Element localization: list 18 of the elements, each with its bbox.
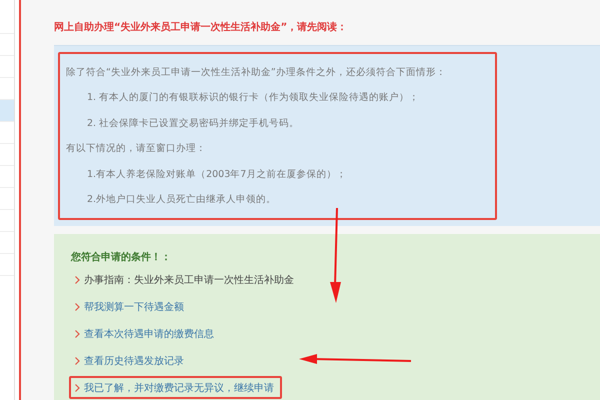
notice-text: 1. 有本人的厦门的有银联标识的银行卡（作为领取失业保险待遇的账户）； [86,91,420,106]
chevron-icon [75,384,80,392]
link[interactable]: 查看历史待遇发放记录 [84,354,184,368]
chevron-icon [75,276,80,284]
chevron-icon [75,330,80,338]
notice-text: 除了符合“失业外来员工申请一次性生活补助金”办理条件之外，还必须符合下面情形： [66,66,447,80]
chevron-icon [75,302,80,311]
notice-text: 1.有本人养老保险对账单（2003年7月之前在厦参保的）； [86,168,348,182]
link[interactable]: 查看本次待遇申请的缴费信息 [84,326,214,341]
notice-text: 有以下情况的，请至窗口办理： [66,142,207,156]
sidebar-item[interactable] [0,100,14,122]
notice-text: 2. 社会保障卡已设置交易密码并绑定手机号码。 [86,116,300,131]
chevron-icon [75,356,80,365]
guide-text: 办事指南：失业外来员工申请一次性生活补助金 [84,274,294,287]
notice-text: 2.外地户口失业人员死亡由继承人申领的。 [86,193,278,208]
page-title: 网上自助办理“失业外来员工申请一次性生活补助金”，请先阅读： [54,20,348,34]
link[interactable]: 帮我测算一下待遇金额 [84,300,184,314]
conditions-heading: 您符合申请的条件！： [71,250,172,264]
